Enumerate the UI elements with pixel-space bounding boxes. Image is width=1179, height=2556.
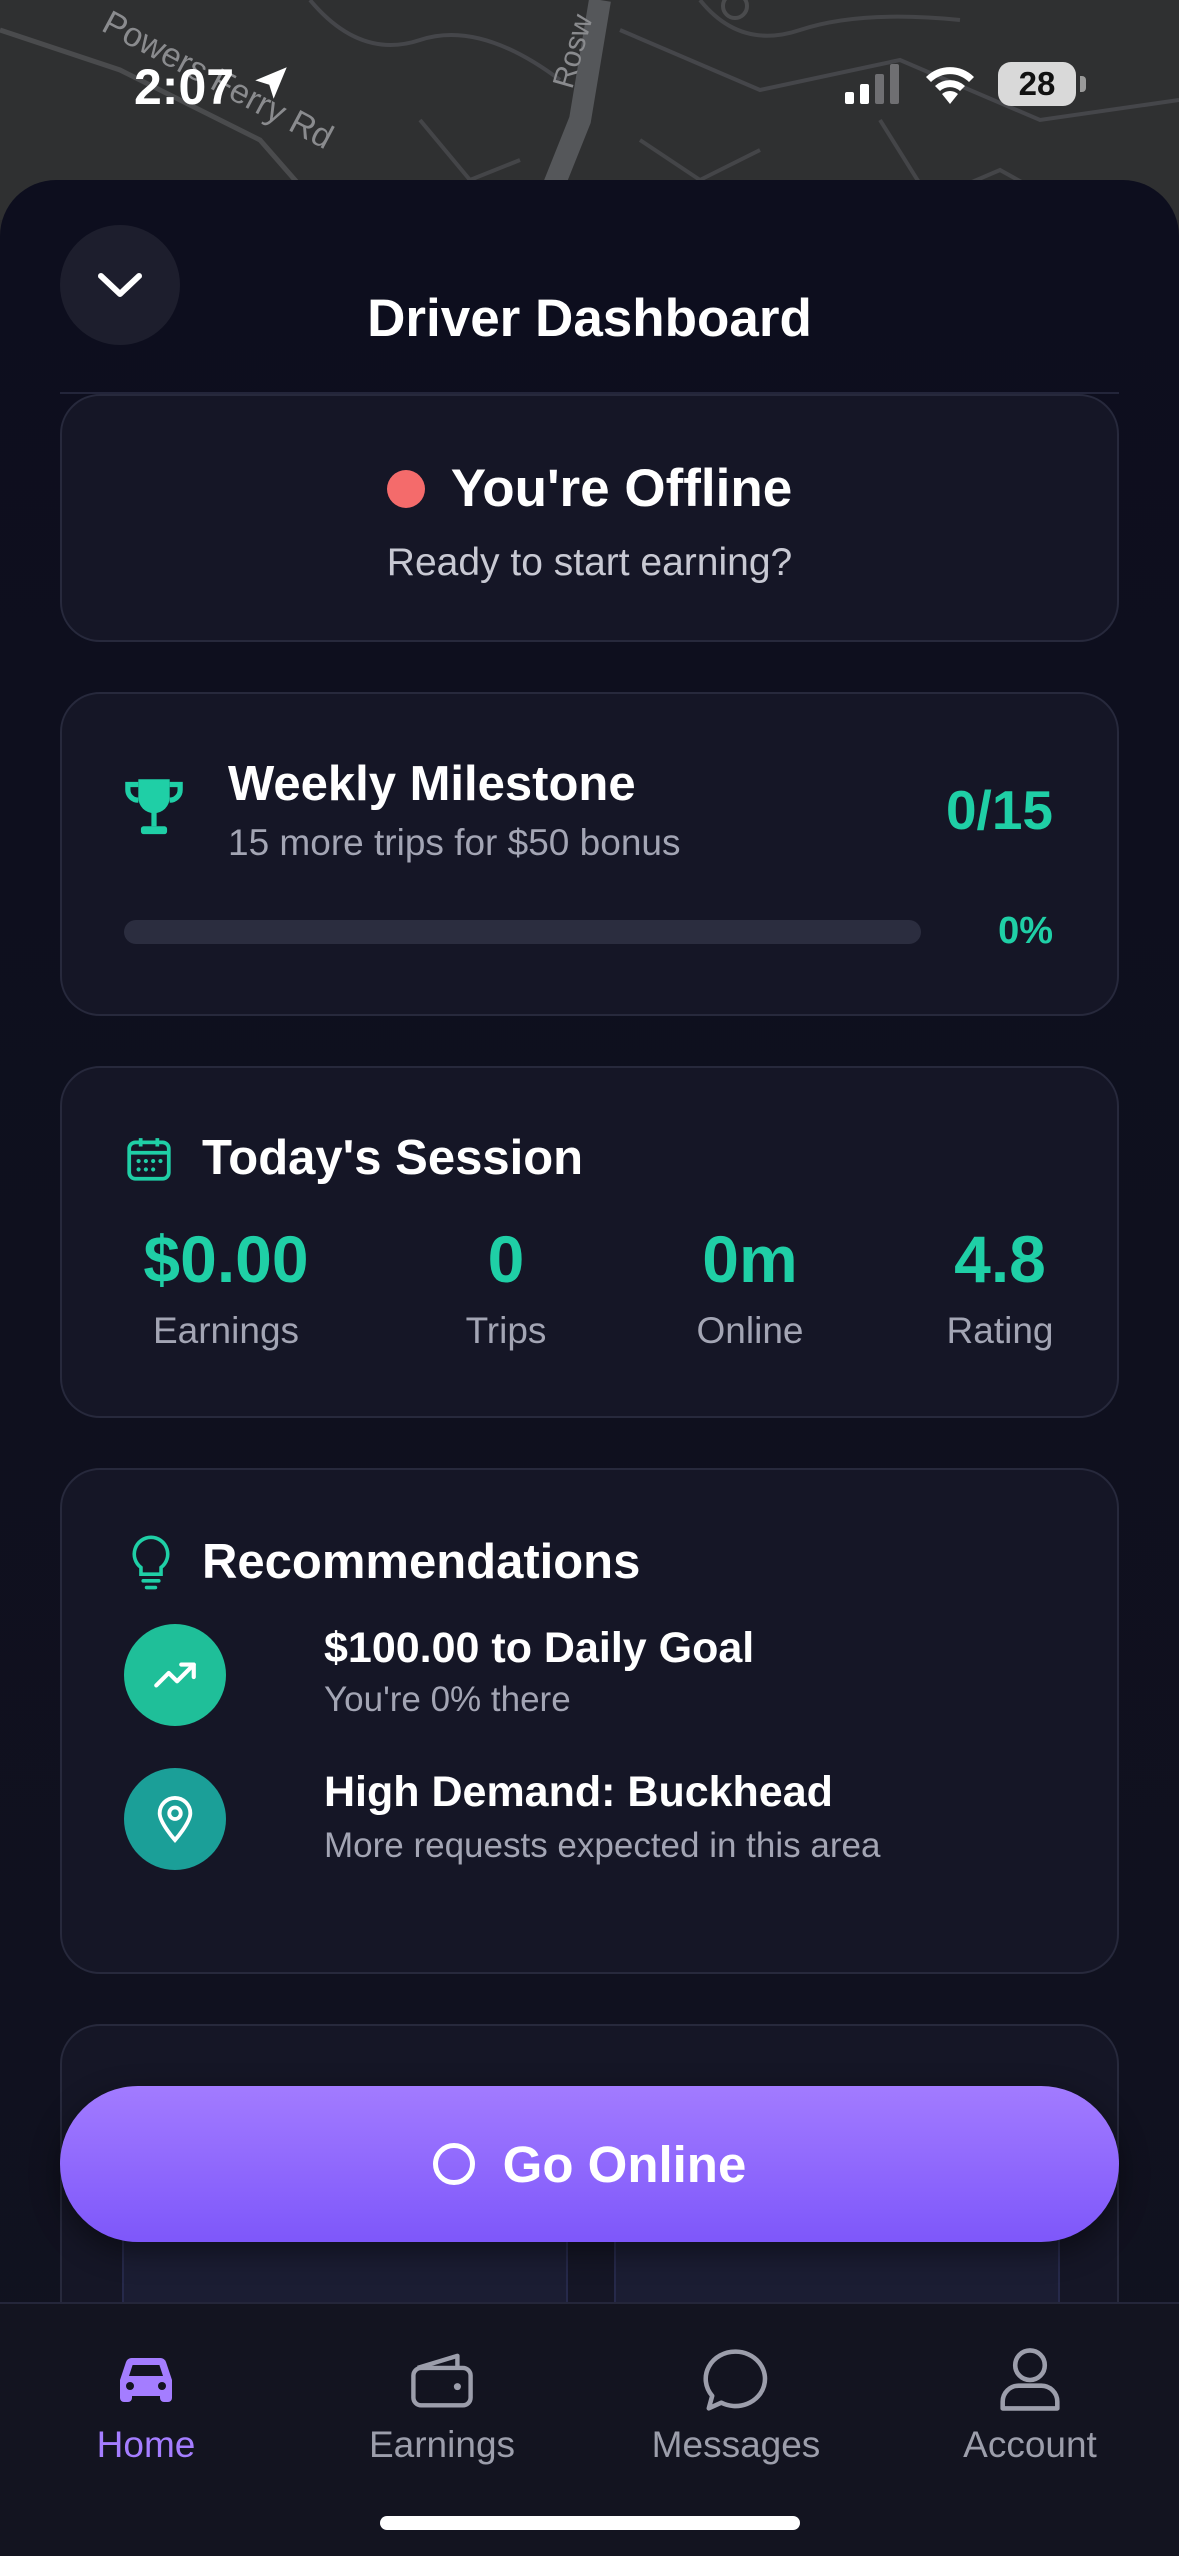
milestone-progress-bar <box>124 920 921 944</box>
nav-label: Home <box>96 2424 196 2465</box>
milestone-card[interactable]: Weekly Milestone 15 more trips for $50 b… <box>60 692 1119 1016</box>
stat-trips: 0 Trips <box>406 1226 606 1352</box>
recommendation-item[interactable]: $100.00 to Daily Goal You're 0% there <box>124 1624 1084 1728</box>
nav-label: Account <box>963 2424 1097 2465</box>
recommendation-subtitle: More requests expected in this area <box>324 1826 881 1865</box>
stat-label: Trips <box>465 1310 547 1351</box>
user-icon <box>1000 2348 1060 2411</box>
recommendation-icon-circle <box>124 1768 226 1870</box>
go-online-button[interactable]: Go Online <box>60 2086 1119 2242</box>
stat-value: 0m <box>702 1222 798 1296</box>
lightbulb-icon <box>132 1535 170 1590</box>
status-time: 2:07 <box>134 59 235 115</box>
nav-item-messages[interactable]: Messages <box>606 2340 866 2466</box>
nav-item-home[interactable]: Home <box>16 2340 276 2466</box>
offline-dot <box>386 469 425 508</box>
milestone-percent: 0% <box>998 910 1053 952</box>
trophy-icon <box>125 779 183 835</box>
session-card: Today's Session $0.00 Earnings 0 Trips 0… <box>60 1066 1119 1418</box>
location-arrow-icon <box>255 67 287 99</box>
map-pin-icon <box>157 1796 193 1843</box>
stat-label: Rating <box>946 1310 1054 1351</box>
stat-value: $0.00 <box>143 1222 309 1296</box>
wifi-icon <box>926 67 974 104</box>
stat-rating: 4.8 Rating <box>900 1226 1100 1352</box>
nav-item-account[interactable]: Account <box>900 2340 1160 2466</box>
recommendation-icon-circle <box>124 1624 226 1726</box>
stat-label: Online <box>696 1310 804 1351</box>
wallet-icon <box>411 2353 473 2408</box>
chat-bubble-icon <box>703 2349 768 2411</box>
cellular-signal-icon <box>845 64 899 104</box>
session-title: Today's Session <box>202 1131 584 1185</box>
status-bar: 2:07 28 <box>0 0 1179 170</box>
stat-online: 0m Online <box>650 1226 850 1352</box>
nav-label: Messages <box>651 2424 821 2465</box>
battery-icon: 28 <box>998 62 1076 106</box>
nav-item-earnings[interactable]: Earnings <box>312 2340 572 2466</box>
milestone-subtitle: 15 more trips for $50 bonus <box>228 822 681 863</box>
stat-earnings: $0.00 Earnings <box>116 1226 336 1352</box>
stat-label: Earnings <box>152 1310 300 1351</box>
recommendations-card: Recommendations $100.00 to Daily Goal Yo… <box>60 1468 1119 1974</box>
go-online-label: Go Online <box>502 2135 747 2193</box>
calendar-icon <box>127 1138 171 1181</box>
power-circle-icon <box>432 2143 475 2185</box>
status-line: You're Offline <box>62 458 1117 519</box>
recommendations-title: Recommendations <box>202 1535 641 1589</box>
status-subtitle: Ready to start earning? <box>386 541 793 584</box>
page-title: Driver Dashboard <box>367 289 812 348</box>
nav-label: Earnings <box>368 2424 516 2465</box>
home-indicator[interactable] <box>380 2516 800 2530</box>
battery-nub <box>1080 76 1086 92</box>
recommendation-title: $100.00 to Daily Goal <box>324 1624 755 1672</box>
car-icon <box>120 2357 172 2402</box>
recommendation-title: High Demand: Buckhead <box>324 1768 833 1816</box>
milestone-count: 0/15 <box>945 779 1053 841</box>
stat-value: 4.8 <box>954 1222 1046 1296</box>
status-text: You're Offline <box>450 459 793 518</box>
status-card: You're Offline Ready to start earning? <box>60 394 1119 642</box>
trending-up-icon <box>154 1662 196 1688</box>
stat-value: 0 <box>487 1222 525 1296</box>
recommendation-subtitle: You're 0% there <box>324 1680 571 1719</box>
recommendation-item[interactable]: High Demand: Buckhead More requests expe… <box>124 1768 1084 1872</box>
milestone-title: Weekly Milestone <box>228 757 636 811</box>
